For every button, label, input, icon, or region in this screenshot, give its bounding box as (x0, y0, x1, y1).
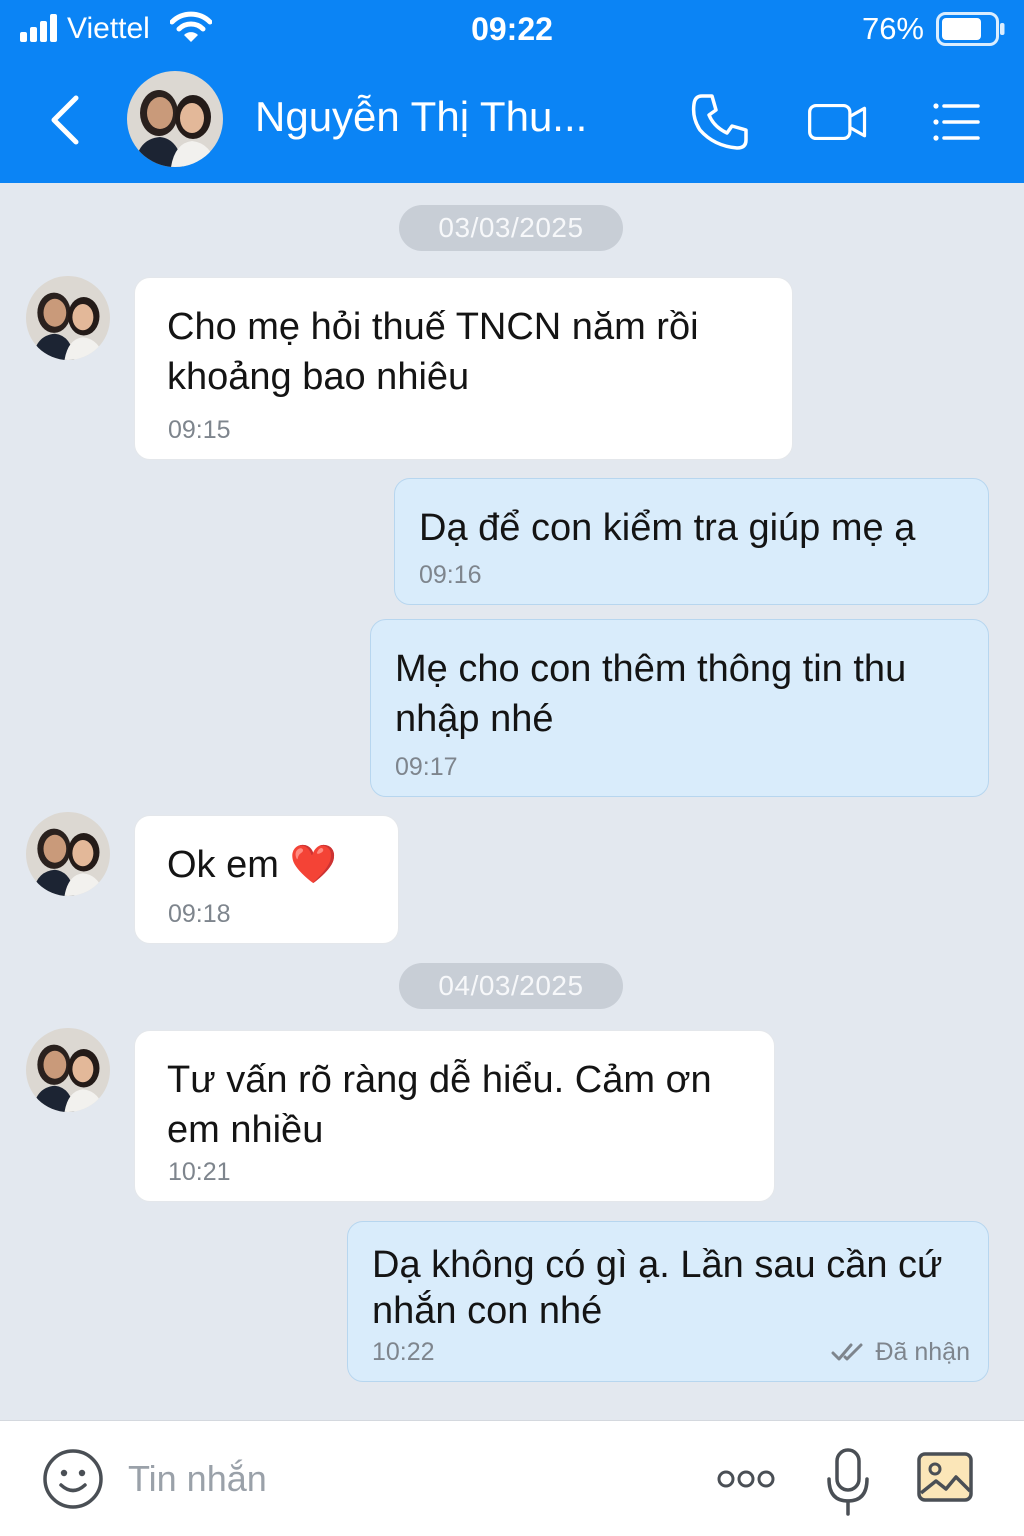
message-bubble-outgoing[interactable]: Mẹ cho con thêm thông tin thu nhập nhé 0… (370, 619, 989, 797)
sender-avatar[interactable] (26, 1028, 110, 1112)
message-text: Dạ để con kiểm tra giúp mẹ ạ (419, 507, 916, 549)
contact-avatar[interactable] (127, 71, 223, 167)
message-time: 10:21 (168, 1158, 231, 1186)
phone-icon[interactable] (688, 90, 752, 154)
back-icon[interactable] (40, 90, 90, 150)
sender-avatar[interactable] (26, 276, 110, 360)
message-bubble-incoming[interactable]: Ok em ❤️ 09:18 (134, 815, 399, 944)
message-input-bar (0, 1420, 1024, 1536)
message-bubble-outgoing[interactable]: Dạ không có gì ạ. Lần sau cần cứ nhắn co… (347, 1221, 989, 1382)
message-text: Cho mẹ hỏi thuế TNCN năm rồi khoảng bao … (167, 306, 699, 398)
delivery-status-label: Đã nhận (875, 1338, 970, 1366)
header-bar: Viettel 09:22 76% Nguyễn Thị Thu... (0, 0, 1024, 183)
message-bubble-outgoing[interactable]: Dạ để con kiểm tra giúp mẹ ạ 09:16 (394, 478, 989, 605)
sender-avatar[interactable] (26, 812, 110, 896)
date-separator: 04/03/2025 (399, 963, 623, 1009)
chat-header: Nguyễn Thị Thu... (0, 60, 1024, 183)
message-time: 09:18 (168, 900, 231, 928)
message-time: 09:15 (168, 416, 231, 444)
message-bubble-incoming[interactable]: Cho mẹ hỏi thuế TNCN năm rồi khoảng bao … (134, 277, 793, 460)
message-time: 09:16 (419, 561, 482, 589)
message-text: Dạ không có gì ạ. Lần sau cần cứ nhắn co… (372, 1244, 943, 1332)
image-icon[interactable] (916, 1449, 974, 1507)
battery-icon (936, 12, 1005, 46)
menu-icon[interactable] (926, 90, 990, 154)
message-text: Mẹ cho con thêm thông tin thu nhập nhé (395, 648, 907, 740)
contact-name[interactable]: Nguyễn Thị Thu... (255, 90, 587, 144)
more-icon[interactable] (716, 1461, 776, 1497)
status-bar: Viettel 09:22 76% (0, 0, 1024, 60)
microphone-icon[interactable] (826, 1447, 870, 1517)
message-text: Ok em ❤️ (167, 844, 337, 886)
message-input[interactable] (128, 1449, 668, 1509)
message-bubble-incoming[interactable]: Tư vấn rõ ràng dễ hiểu. Cảm ơn em nhiều … (134, 1030, 775, 1202)
battery-percent: 76% (861, 11, 924, 46)
delivery-status: Đã nhận (831, 1337, 970, 1367)
video-camera-icon[interactable] (806, 90, 870, 154)
date-separator: 03/03/2025 (399, 205, 623, 251)
message-text: Tư vấn rõ ràng dễ hiểu. Cảm ơn em nhiều (167, 1059, 712, 1151)
double-check-icon (831, 1343, 863, 1361)
message-time: 10:22 (372, 1338, 435, 1366)
emoji-icon[interactable] (42, 1448, 104, 1510)
message-time: 09:17 (395, 753, 458, 781)
